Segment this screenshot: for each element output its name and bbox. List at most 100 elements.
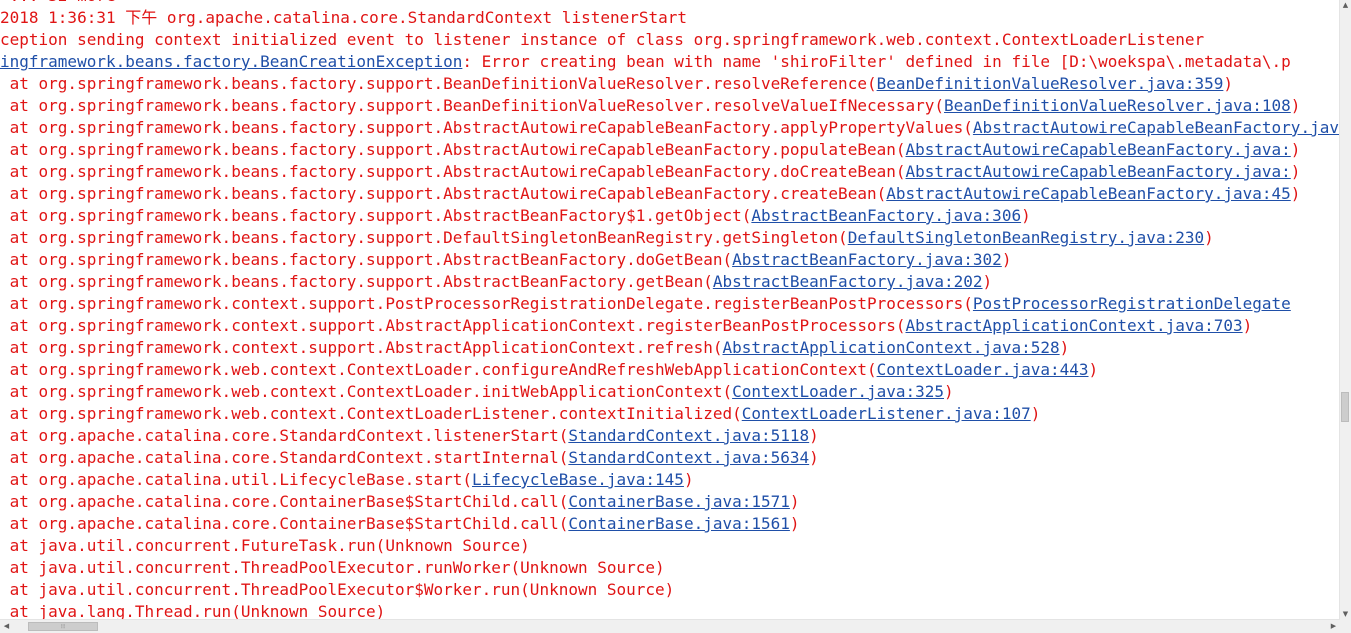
source-link[interactable]: AbstractBeanFactory.java:202	[713, 272, 983, 291]
console-line: at org.springframework.beans.factory.sup…	[0, 73, 1340, 95]
source-link[interactable]: AbstractAutowireCapableBeanFactory.java:…	[973, 118, 1340, 137]
console-line: ingframework.beans.factory.BeanCreationE…	[0, 51, 1340, 73]
trace-suffix: )	[1290, 162, 1301, 181]
trace-method: at org.springframework.beans.factory.sup…	[0, 206, 752, 225]
console-line: at org.springframework.context.support.A…	[0, 315, 1340, 337]
trace-suffix: )	[982, 272, 993, 291]
source-link[interactable]: PostProcessorRegistrationDelegate	[973, 294, 1291, 313]
source-link[interactable]: BeanDefinitionValueResolver.java:108	[944, 96, 1291, 115]
trace-suffix: )	[1021, 206, 1031, 225]
console-line: at org.springframework.beans.factory.sup…	[0, 271, 1340, 293]
trace-suffix: )	[944, 382, 954, 401]
trace-method: at org.apache.catalina.core.StandardCont…	[0, 448, 569, 467]
source-link[interactable]: AbstractApplicationContext.java:528	[722, 338, 1059, 357]
console-line: at org.springframework.web.context.Conte…	[0, 403, 1340, 425]
trace-suffix: )	[1204, 228, 1214, 247]
line-text: 2018 1:36:31 下午 org.apache.catalina.core…	[0, 8, 688, 27]
console-line: at org.apache.catalina.core.ContainerBas…	[0, 491, 1340, 513]
scroll-right-icon[interactable]: ▶	[1327, 620, 1340, 633]
trace-suffix: )	[809, 426, 819, 445]
trace-method: at org.springframework.beans.factory.sup…	[0, 184, 887, 203]
source-link[interactable]: ContextLoader.java:325	[732, 382, 944, 401]
source-link[interactable]: ingframework.beans.factory.BeanCreationE…	[0, 52, 462, 71]
trace-suffix: )	[683, 470, 694, 489]
trace-suffix: )	[1001, 250, 1012, 269]
source-link[interactable]: ContextLoader.java:443	[877, 360, 1089, 379]
scroll-down-icon[interactable]: ▼	[1340, 609, 1351, 620]
horizontal-scrollbar[interactable]: ◀ ⦙⦙⦙ ▶	[0, 619, 1340, 633]
console-line: at java.util.concurrent.ThreadPoolExecut…	[0, 557, 1340, 579]
console-line: at org.apache.catalina.util.LifecycleBas…	[0, 469, 1340, 491]
source-link[interactable]: LifecycleBase.java:145	[472, 470, 684, 489]
trace-method: at org.springframework.beans.factory.sup…	[0, 96, 945, 115]
console-line: at org.springframework.context.support.A…	[0, 337, 1340, 359]
source-link[interactable]: AbstractAutowireCapableBeanFactory.java:	[905, 162, 1290, 181]
trace-suffix: )	[1088, 360, 1099, 379]
line-text: ... 32 more	[0, 0, 116, 5]
source-link[interactable]: AbstractAutowireCapableBeanFactory.java:…	[886, 184, 1291, 203]
trace-suffix: )	[789, 514, 800, 533]
trace-suffix: )	[1290, 184, 1301, 203]
trace-suffix: : Error creating bean with name 'shiroFi…	[462, 52, 1291, 71]
source-link[interactable]: DefaultSingletonBeanRegistry.java:230	[848, 228, 1204, 247]
line-text: at java.lang.Thread.run(Unknown Source)	[0, 602, 386, 620]
source-link[interactable]: StandardContext.java:5118	[568, 426, 809, 445]
console-line: at org.springframework.beans.factory.sup…	[0, 183, 1340, 205]
trace-suffix: )	[1242, 316, 1253, 335]
source-link[interactable]: ContainerBase.java:1571	[568, 492, 790, 511]
source-link[interactable]: AbstractBeanFactory.java:306	[751, 206, 1021, 225]
trace-suffix: )	[1290, 140, 1301, 159]
console-line: at java.util.concurrent.FutureTask.run(U…	[0, 535, 1340, 557]
trace-suffix: )	[809, 448, 819, 467]
stack-trace-lines: ... 32 more 2018 1:36:31 下午 org.apache.ca…	[0, 0, 1340, 620]
scrollbar-corner	[1340, 620, 1351, 633]
trace-method: at org.springframework.context.support.A…	[0, 316, 906, 335]
line-text: ception sending context initialized even…	[0, 30, 1205, 49]
trace-method: at org.apache.catalina.util.LifecycleBas…	[0, 470, 473, 489]
trace-suffix: )	[1030, 404, 1041, 423]
console-line: at org.apache.catalina.core.StandardCont…	[0, 425, 1340, 447]
console-line: at org.springframework.web.context.Conte…	[0, 359, 1340, 381]
trace-method: at org.springframework.beans.factory.sup…	[0, 272, 713, 291]
source-link[interactable]: ContainerBase.java:1561	[568, 514, 790, 533]
trace-method: at org.apache.catalina.core.StandardCont…	[0, 426, 569, 445]
console-line: at org.springframework.beans.factory.sup…	[0, 205, 1340, 227]
console-line: at org.springframework.beans.factory.sup…	[0, 139, 1340, 161]
trace-method: at org.springframework.context.support.A…	[0, 338, 723, 357]
trace-method: at org.springframework.beans.factory.sup…	[0, 162, 906, 181]
trace-suffix: )	[1223, 74, 1234, 93]
trace-method: at org.springframework.context.support.P…	[0, 294, 973, 313]
console-line: at org.springframework.web.context.Conte…	[0, 381, 1340, 403]
trace-method: at org.apache.catalina.core.ContainerBas…	[0, 514, 569, 533]
line-text: at java.util.concurrent.ThreadPoolExecut…	[0, 558, 665, 577]
console-line: at org.springframework.beans.factory.sup…	[0, 249, 1340, 271]
source-link[interactable]: StandardContext.java:5634	[568, 448, 809, 467]
scroll-up-icon[interactable]: ▲	[1340, 0, 1351, 11]
vertical-scroll-thumb[interactable]	[1341, 392, 1349, 422]
source-link[interactable]: AbstractBeanFactory.java:302	[732, 250, 1002, 269]
console-line: at java.lang.Thread.run(Unknown Source)	[0, 601, 1340, 620]
trace-method: at org.springframework.beans.factory.sup…	[0, 250, 733, 269]
trace-suffix: )	[1290, 96, 1301, 115]
console-line: at org.springframework.beans.factory.sup…	[0, 227, 1340, 249]
trace-method: at org.springframework.web.context.Conte…	[0, 360, 877, 379]
source-link[interactable]: AbstractAutowireCapableBeanFactory.java:	[905, 140, 1290, 159]
console-line: at java.util.concurrent.ThreadPoolExecut…	[0, 579, 1340, 601]
console-line: at org.springframework.context.support.P…	[0, 293, 1340, 315]
vertical-scrollbar[interactable]: ▲ ▼	[1339, 0, 1351, 620]
source-link[interactable]: BeanDefinitionValueResolver.java:359	[877, 74, 1224, 93]
source-link[interactable]: ContextLoaderListener.java:107	[742, 404, 1031, 423]
trace-method: at org.springframework.web.context.Conte…	[0, 404, 742, 423]
scroll-left-icon[interactable]: ◀	[0, 620, 13, 633]
console-line: at org.apache.catalina.core.ContainerBas…	[0, 513, 1340, 535]
trace-method: at org.springframework.beans.factory.sup…	[0, 74, 877, 93]
line-text: at java.util.concurrent.ThreadPoolExecut…	[0, 580, 675, 599]
horizontal-scroll-thumb[interactable]: ⦙⦙⦙	[28, 622, 98, 631]
source-link[interactable]: AbstractApplicationContext.java:703	[905, 316, 1242, 335]
trace-method: at org.springframework.beans.factory.sup…	[0, 118, 973, 137]
console-line: at org.springframework.beans.factory.sup…	[0, 161, 1340, 183]
trace-method: at org.springframework.beans.factory.sup…	[0, 228, 848, 247]
console-line: at org.springframework.beans.factory.sup…	[0, 117, 1340, 139]
trace-method: at org.springframework.beans.factory.sup…	[0, 140, 906, 159]
trace-method: at org.springframework.web.context.Conte…	[0, 382, 733, 401]
